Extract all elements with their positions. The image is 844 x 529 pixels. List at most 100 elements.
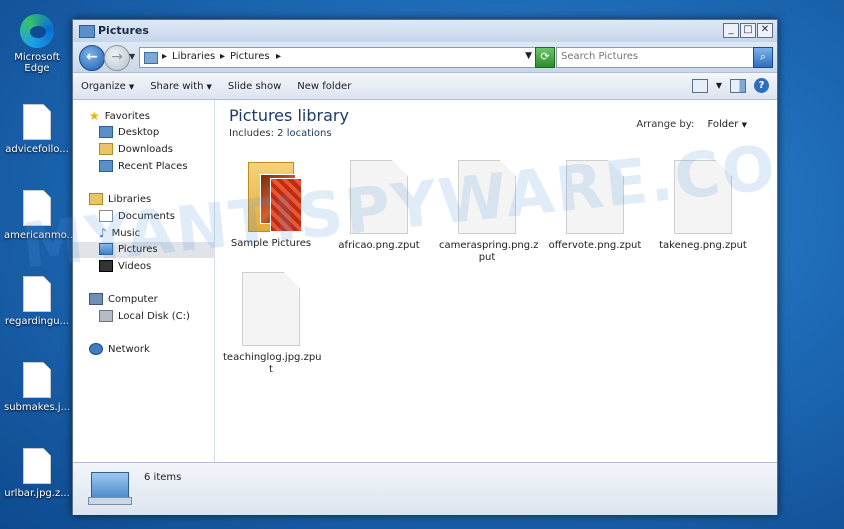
explorer-window: Pictures _ □ ✕ ← → ▼ ▸ Libraries ▸ Pictu… (72, 19, 778, 515)
computer-icon (89, 293, 103, 305)
folder-icon (244, 156, 302, 236)
address-dropdown-icon[interactable]: ▼ (525, 51, 532, 61)
address-bar[interactable]: ▸ Libraries ▸ Pictures ▸ ▼ (139, 47, 537, 68)
desktop-icon-label: Microsoft Edge (14, 52, 60, 74)
documents-icon (99, 210, 113, 222)
file-icon (23, 104, 51, 140)
nav-label: Downloads (118, 144, 173, 155)
title-bar[interactable]: Pictures _ □ ✕ (73, 20, 777, 42)
file-item[interactable]: offervote.png.zput (547, 160, 643, 252)
nav-documents[interactable]: Documents (73, 209, 214, 225)
desktop-icon-file[interactable]: submakes.j... (4, 362, 70, 413)
search-icon[interactable]: ⌕ (753, 47, 773, 68)
desktop-icon-file[interactable]: advicefollo... (4, 104, 70, 155)
chevron-down-icon: ▼ (741, 121, 747, 129)
library-icon (88, 472, 132, 505)
file-icon (23, 362, 51, 398)
file-icon (23, 276, 51, 312)
nav-label: Music (111, 228, 141, 239)
downloads-icon (99, 143, 113, 155)
address-row: ← → ▼ ▸ Libraries ▸ Pictures ▸ ▼ ⟳ ⌕ (73, 42, 777, 72)
nav-videos[interactable]: Videos (73, 259, 214, 275)
maximize-button[interactable]: □ (740, 23, 756, 38)
change-view-icon[interactable] (691, 78, 708, 93)
chevron-right-icon[interactable]: ▸ (162, 51, 167, 62)
file-item[interactable]: takeneg.png.zput (655, 160, 751, 252)
minimize-button[interactable]: _ (723, 23, 739, 38)
item-name: Sample Pictures (230, 238, 312, 249)
back-button[interactable]: ← (79, 45, 105, 71)
search-input[interactable] (557, 48, 735, 65)
nav-network[interactable]: Network (73, 342, 214, 358)
help-icon[interactable]: ? (754, 78, 769, 93)
nav-downloads[interactable]: Downloads (73, 142, 214, 158)
nav-pictures[interactable]: Pictures (73, 242, 214, 258)
file-icon (458, 160, 516, 234)
file-icon (23, 448, 51, 484)
refresh-button[interactable]: ⟳ (535, 47, 555, 68)
nav-label: Local Disk (C:) (118, 311, 190, 322)
slide-show-button[interactable]: Slide show (228, 81, 281, 92)
chevron-right-icon[interactable]: ▸ (220, 51, 225, 62)
file-icon (350, 160, 408, 234)
library-icon (144, 52, 158, 64)
nav-recent-places[interactable]: Recent Places (73, 159, 214, 175)
arrange-by-label: Arrange by: (636, 119, 695, 130)
view-options-dropdown-icon[interactable]: ▼ (716, 81, 722, 90)
desktop-icon-label: urlbar.jpg.z... (4, 488, 70, 499)
file-item[interactable]: cameraspring.png.z put (439, 160, 539, 264)
nav-label: Desktop (118, 127, 160, 138)
desktop-icon-file[interactable]: americanmo... (4, 190, 77, 241)
chevron-down-icon: ▼ (206, 82, 212, 91)
details-pane: 6 items (73, 462, 777, 515)
desktop-icon-label: submakes.j... (4, 402, 71, 413)
pictures-folder-icon (79, 25, 95, 38)
window-body: ★ Favorites Desktop Downloads Recent Plac… (73, 100, 777, 462)
recent-pages-dropdown[interactable]: ▼ (129, 52, 135, 61)
nav-label: Documents (118, 211, 176, 222)
nav-label: Computer (108, 294, 158, 305)
includes-locations-link[interactable]: 2 locations (277, 128, 331, 139)
nav-favorites[interactable]: ★ Favorites (73, 108, 214, 124)
command-bar: Organize ▼ Share with ▼ Slide show New fol… (73, 72, 777, 100)
file-icon (23, 190, 51, 226)
file-item[interactable]: teachinglog.jpg.zpu t (223, 272, 322, 376)
new-folder-button[interactable]: New folder (297, 81, 351, 92)
nav-label: Network (108, 344, 150, 355)
nav-desktop[interactable]: Desktop (73, 125, 214, 141)
file-icon (674, 160, 732, 234)
breadcrumb-libraries[interactable]: Libraries (172, 51, 215, 62)
desktop-icon-label: americanmo... (4, 230, 77, 241)
nav-computer[interactable]: Computer (73, 292, 214, 308)
arrange-by-value: Folder (707, 119, 739, 130)
nav-local-disk[interactable]: Local Disk (C:) (73, 309, 214, 325)
desktop-icon-label: regardingu... (4, 316, 70, 327)
organize-label: Organize (81, 80, 126, 92)
window-controls: _ □ ✕ (723, 23, 773, 38)
arrange-by-dropdown[interactable]: Folder ▼ (708, 119, 747, 130)
libraries-icon (89, 193, 103, 205)
view-controls: ▼ ? (691, 78, 769, 93)
breadcrumb-pictures[interactable]: Pictures (230, 51, 270, 62)
search-box[interactable] (556, 47, 754, 68)
forward-button[interactable]: → (104, 45, 130, 71)
desktop-icon-file[interactable]: urlbar.jpg.z... (4, 448, 70, 499)
recent-places-icon (99, 160, 113, 172)
organize-button[interactable]: Organize ▼ (81, 81, 134, 92)
nav-music[interactable]: ♪ Music (73, 225, 214, 241)
preview-pane-icon[interactable] (730, 78, 746, 93)
navigation-pane: ★ Favorites Desktop Downloads Recent Plac… (73, 100, 215, 462)
desktop-icon-file[interactable]: regardingu... (4, 276, 70, 327)
share-with-button[interactable]: Share with ▼ (150, 81, 212, 92)
nav-label: Videos (118, 261, 152, 272)
desktop-icon-edge[interactable]: Microsoft Edge (4, 14, 70, 74)
videos-icon (99, 260, 113, 272)
file-item[interactable]: africao.png.zput (331, 160, 427, 252)
chevron-right-icon[interactable]: ▸ (276, 51, 281, 62)
close-button[interactable]: ✕ (757, 23, 773, 38)
item-name: takeneg.png.zput (659, 240, 747, 251)
pictures-icon (99, 243, 113, 255)
folder-item[interactable]: Sample Pictures (223, 156, 319, 250)
nav-libraries[interactable]: Libraries (73, 192, 214, 208)
star-icon: ★ (89, 109, 100, 123)
